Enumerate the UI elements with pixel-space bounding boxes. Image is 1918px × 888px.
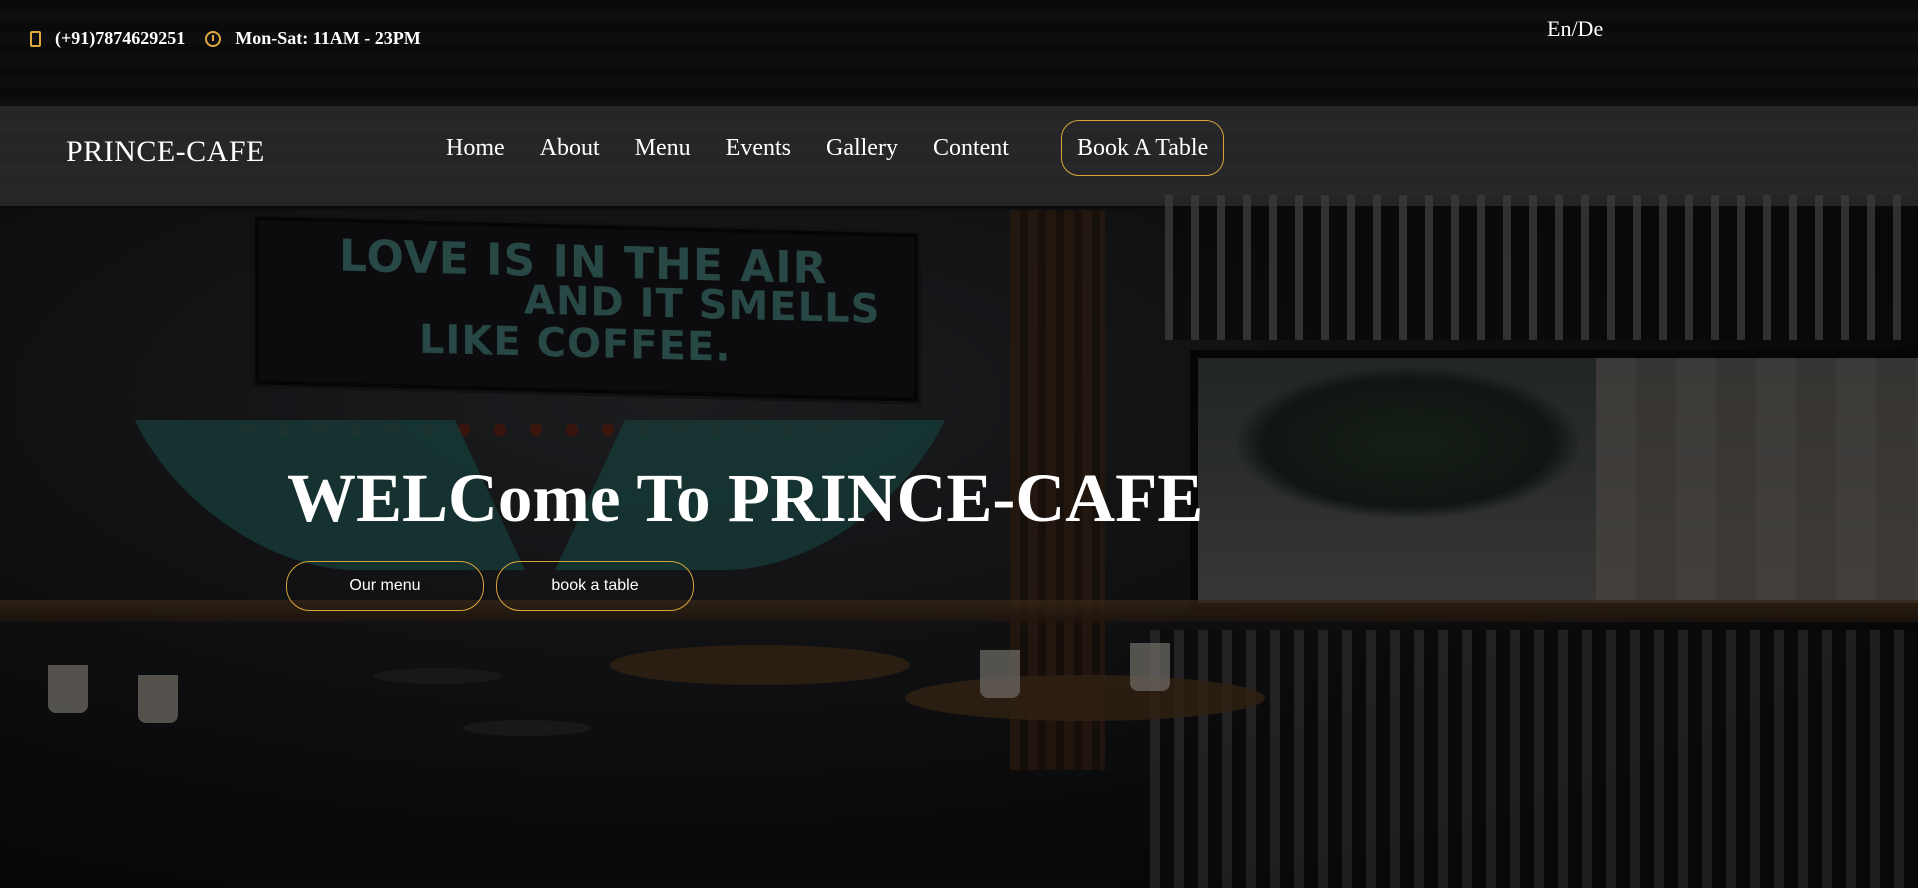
nav-gallery[interactable]: Gallery [826, 135, 898, 162]
language-toggle[interactable]: En/De [1547, 16, 1603, 42]
opening-hours: Mon-Sat: 11AM - 23PM [235, 28, 421, 48]
phone-number[interactable]: (+91)7874629251 [55, 28, 185, 49]
clock-icon [205, 30, 222, 47]
contact-info: (+91)7874629251 Mon-Sat: 11AM - 23PM [30, 28, 441, 49]
nav-home[interactable]: Home [446, 135, 505, 162]
book-table-hero-button[interactable]: book a table [496, 561, 694, 611]
brand-logo[interactable]: PRINCE-CAFE [66, 135, 265, 169]
nav-links: Home About Menu Events Gallery Content [446, 135, 1044, 162]
hero-title: WELCome To PRINCE-CAFE [287, 460, 1204, 536]
hero-buttons: Our menu book a table [286, 561, 706, 611]
book-a-table-button[interactable]: Book A Table [1061, 120, 1225, 176]
nav-about[interactable]: About [540, 135, 600, 162]
main-navbar: PRINCE-CAFE Home About Menu Events Galle… [0, 106, 1918, 206]
phone-icon [30, 30, 41, 47]
nav-events[interactable]: Events [726, 135, 791, 162]
our-menu-button[interactable]: Our menu [286, 561, 484, 611]
nav-content[interactable]: Content [933, 135, 1009, 162]
nav-menu[interactable]: Menu [635, 135, 691, 162]
top-info-bar: (+91)7874629251 Mon-Sat: 11AM - 23PM En/… [0, 0, 1918, 106]
